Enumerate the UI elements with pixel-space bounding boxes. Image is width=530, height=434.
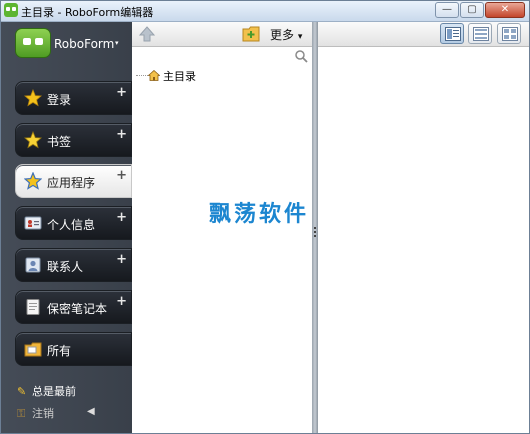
roboform-logo-icon[interactable] (15, 28, 51, 58)
tree-item-label: 主目录 (163, 70, 196, 83)
maximize-icon: ▢ (467, 4, 477, 15)
logout-label: 注销 (32, 407, 54, 420)
maximize-button[interactable]: ▢ (460, 2, 484, 18)
more-menu-button[interactable]: 更多 ▾ (270, 26, 302, 43)
key-icon: ⚿ (17, 407, 26, 420)
sidebar-item-label: 所有 (47, 344, 72, 358)
logout-button[interactable]: ⚿ 注销 (17, 405, 54, 421)
always-on-top-toggle[interactable]: ✎ 总是最前 (17, 383, 76, 399)
sidebar-item-safenotes[interactable]: 保密笔记本 + (15, 290, 132, 324)
close-button[interactable]: ✕ (485, 2, 525, 18)
middle-toolbar: 更多 ▾ (132, 22, 312, 47)
add-application-icon[interactable]: + (116, 168, 127, 183)
sidebar-item-bookmarks[interactable]: 书签 + (15, 123, 132, 157)
minimize-icon: — (442, 4, 452, 15)
list-view-icon (473, 27, 489, 41)
window-controls: — ▢ ✕ (434, 2, 525, 18)
collapse-sidebar-icon[interactable]: ◀ (87, 406, 95, 417)
add-contact-icon[interactable]: + (116, 252, 127, 267)
contacts-icon (25, 257, 41, 273)
sidebar-item-label: 应用程序 (47, 176, 96, 190)
sidebar-item-label: 保密笔记本 (47, 302, 108, 316)
sidebar-item-label: 个人信息 (47, 218, 96, 232)
sidebar-item-applications[interactable]: 应用程序 + (15, 164, 132, 198)
sidebar-item-label: 登录 (47, 93, 72, 107)
sidebar-item-logins[interactable]: 登录 + (15, 81, 132, 115)
list-view-button[interactable] (468, 23, 492, 44)
right-toolbar (318, 22, 529, 47)
grid-view-button[interactable] (497, 23, 521, 44)
add-login-icon[interactable]: + (116, 85, 127, 100)
more-menu-label: 更多 (270, 28, 295, 42)
up-level-arrow-icon[interactable] (138, 25, 156, 43)
sidebar: RoboForm ▾ 登录 + 书签 + 应用程序 + 个人信息 + 联系人 + (1, 22, 132, 433)
detail-pane (318, 47, 529, 433)
safenote-icon (26, 299, 40, 315)
sidebar-item-identities[interactable]: 个人信息 + (15, 206, 132, 240)
close-icon: ✕ (500, 4, 510, 15)
sidebar-item-label: 联系人 (47, 260, 84, 274)
detail-view-icon (445, 27, 461, 41)
new-folder-icon[interactable] (242, 26, 260, 42)
roboform-editor-window: 主目录 - RoboForm编辑器 — ▢ ✕ RoboForm ▾ 登录 + … (0, 0, 530, 434)
sidebar-item-all[interactable]: 所有 (15, 332, 132, 366)
always-on-top-label: 总是最前 (32, 385, 76, 398)
title-bar[interactable]: 主目录 - RoboForm编辑器 — ▢ ✕ (1, 1, 529, 22)
sidebar-item-contacts[interactable]: 联系人 + (15, 248, 132, 282)
watermark-text: 飘荡软件 (209, 202, 310, 227)
brand-menu-label[interactable]: RoboForm (54, 37, 114, 51)
minimize-button[interactable]: — (435, 2, 459, 18)
add-bookmark-icon[interactable]: + (116, 127, 127, 142)
more-menu-caret-icon: ▾ (297, 32, 303, 42)
all-items-icon (24, 342, 42, 357)
tree-item-root[interactable]: 主目录 (148, 68, 196, 84)
bookmark-star-icon (24, 131, 42, 149)
detail-view-button[interactable] (440, 23, 464, 44)
add-identity-icon[interactable]: + (116, 210, 127, 225)
search-icon[interactable] (294, 49, 308, 63)
home-folder-icon (148, 70, 160, 81)
login-star-icon (24, 89, 42, 107)
application-star-icon (24, 172, 42, 190)
identity-card-icon (24, 216, 42, 230)
add-safenote-icon[interactable]: + (116, 294, 127, 309)
window-title: 主目录 - RoboForm编辑器 (21, 6, 154, 19)
pin-icon: ✎ (17, 385, 27, 398)
search-row[interactable] (132, 47, 312, 67)
roboform-app-icon (4, 3, 18, 17)
grid-view-icon (502, 27, 518, 41)
tree-connector (136, 75, 148, 76)
sidebar-item-label: 书签 (47, 135, 72, 149)
brand-menu-caret-icon[interactable]: ▾ (115, 39, 119, 47)
